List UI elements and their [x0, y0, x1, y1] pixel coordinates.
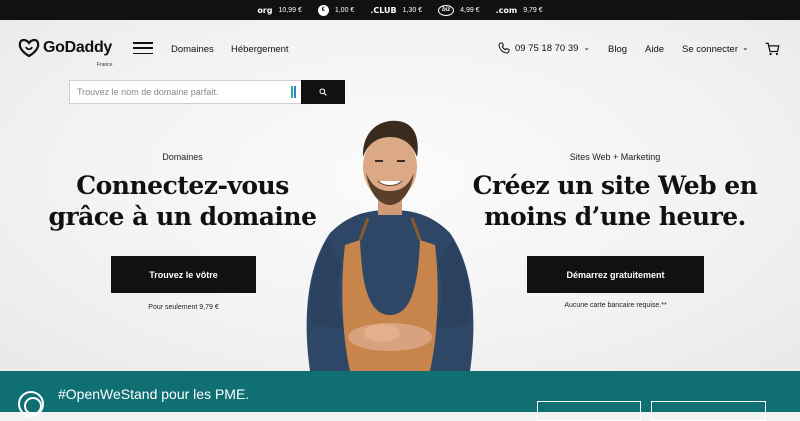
promo-price: 4,99 €: [460, 6, 480, 14]
logo-region: France: [97, 62, 113, 68]
com-logo: .com: [495, 5, 518, 15]
nav-domaines[interactable]: Domaines: [171, 44, 214, 55]
open-we-stand-logo-icon: [18, 391, 44, 417]
banner-button-2[interactable]: [651, 401, 766, 421]
promo-price: 9,79 €: [523, 6, 543, 14]
promo-price: 1,00 €: [334, 6, 355, 14]
websites-headline-line2: moins d’une heure.: [484, 202, 746, 231]
websites-headline: Créez un site Web en moins d’une heure.: [470, 170, 760, 232]
domains-eyebrow: Domaines: [162, 152, 203, 162]
promo-item-club[interactable]: .CLUB 1,30 €: [370, 6, 422, 15]
find-domain-button[interactable]: Trouvez le vôtre: [111, 256, 256, 293]
nav-hebergement[interactable]: Hébergement: [231, 44, 289, 55]
net-logo: €: [317, 4, 329, 16]
club-logo: .CLUB: [370, 5, 397, 15]
promo-item-net[interactable]: € 1,00 €: [317, 4, 355, 16]
domains-headline-line1: Connectez-vous: [76, 171, 289, 200]
chevron-down-icon: ⌄: [741, 43, 749, 52]
godaddy-logo[interactable]: GoDaddy: [18, 38, 112, 58]
search-icon: [319, 88, 327, 96]
banner-text: #OpenWeStand pour les PME.: [58, 386, 250, 402]
biz-logo: biz: [438, 4, 455, 16]
chevron-down-icon: ⌄: [583, 42, 591, 52]
domains-headline: Connectez-vous grâce à un domaine: [40, 170, 325, 232]
websites-note: Aucune carte bancaire requise.**: [564, 302, 667, 309]
promo-price: 10,99 €: [278, 6, 302, 14]
promo-item-biz[interactable]: biz 4,99 €: [438, 4, 480, 16]
phone-number: 09 75 18 70 39: [515, 42, 579, 54]
phone-menu[interactable]: 09 75 18 70 39 ⌄: [498, 42, 590, 54]
logo-text: GoDaddy: [43, 39, 113, 56]
godaddy-logo-icon: [18, 38, 40, 58]
voice-search-icon[interactable]: [291, 86, 296, 98]
sign-in-menu[interactable]: Se connecter ⌄: [682, 43, 749, 55]
websites-headline-line1: Créez un site Web en: [472, 171, 758, 200]
nav-aide[interactable]: Aide: [645, 44, 664, 55]
hero-domains: Domaines Connectez-vous grâce à un domai…: [40, 152, 325, 232]
org-logo: org: [257, 5, 273, 15]
promo-item-com[interactable]: .com 9,79 €: [496, 6, 543, 15]
promo-bar: org 10,99 € € 1,00 € .CLUB 1,30 € biz 4,…: [0, 0, 800, 20]
domain-search: [69, 80, 345, 104]
start-free-button[interactable]: Démarrez gratuitement: [527, 256, 704, 293]
domains-price-note: Pour seulement 9,79 €: [148, 304, 219, 311]
domain-search-input[interactable]: [69, 80, 301, 104]
hero-websites: Sites Web + Marketing Créez un site Web …: [470, 152, 760, 232]
sign-in-label: Se connecter: [682, 44, 738, 55]
promo-price: 1,30 €: [402, 6, 423, 14]
domains-headline-line2: grâce à un domaine: [48, 202, 317, 231]
promo-item-org[interactable]: org 10,99 €: [257, 6, 302, 15]
phone-icon: [498, 42, 510, 54]
search-button[interactable]: [301, 80, 345, 104]
nav-blog[interactable]: Blog: [608, 44, 627, 55]
websites-eyebrow: Sites Web + Marketing: [569, 152, 661, 162]
hamburger-icon[interactable]: [133, 42, 153, 54]
banner-button-1[interactable]: [537, 401, 641, 421]
cart-icon[interactable]: [765, 42, 780, 56]
